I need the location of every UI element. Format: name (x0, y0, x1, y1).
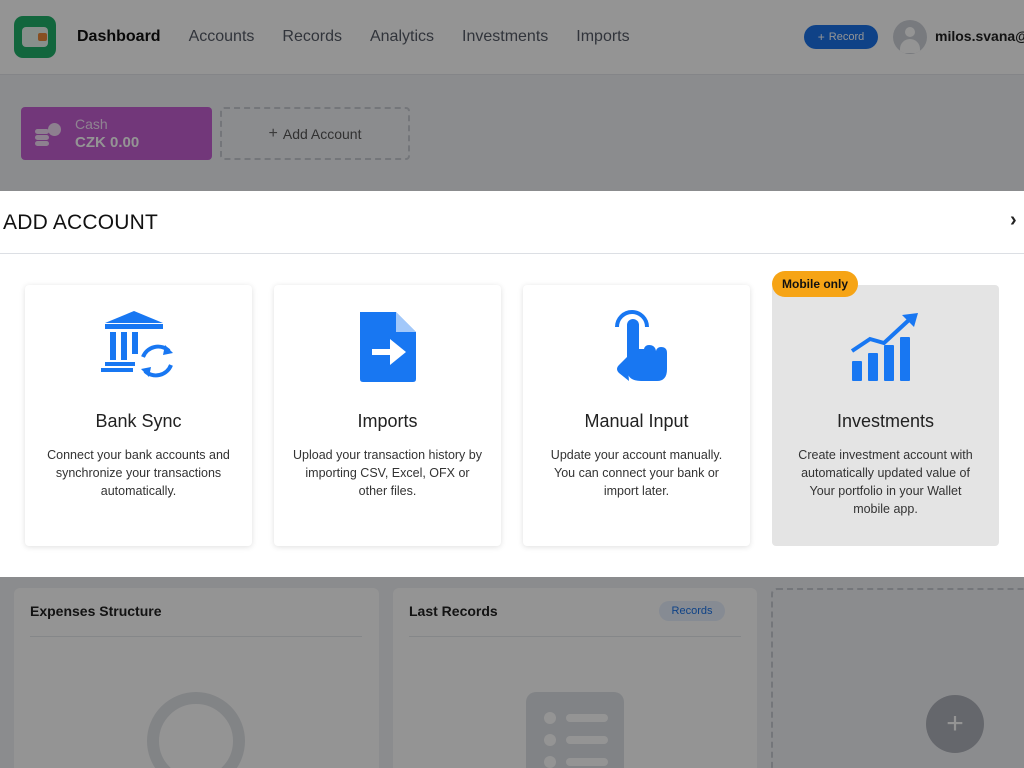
option-manual-input[interactable]: Manual Input Update your account manuall… (523, 285, 750, 546)
option-description: Connect your bank accounts and synchroni… (47, 448, 230, 498)
option-title: Imports (357, 411, 418, 431)
file-import-icon (360, 312, 416, 382)
option-imports[interactable]: Imports Upload your transaction history … (274, 285, 501, 546)
mobile-only-badge: Mobile only (772, 271, 858, 297)
option-bank-sync[interactable]: Bank Sync Connect your bank accounts and… (25, 285, 252, 546)
option-description: Upload your transaction history by impor… (293, 448, 482, 498)
option-description: Update your account manually. You can co… (550, 448, 723, 498)
investments-chart-icon (850, 313, 918, 381)
hand-pointer-icon (615, 310, 667, 381)
bank-sync-icon (101, 311, 173, 378)
option-investments: Investments Create investment account wi… (772, 285, 999, 546)
option-title: Bank Sync (95, 411, 182, 431)
add-account-modal: ADD ACCOUNT › Bank Sync Connect your ban… (0, 191, 1024, 577)
close-icon[interactable]: › (1010, 209, 1024, 233)
modal-header: ADD ACCOUNT › (0, 191, 1024, 254)
option-title: Investments (836, 411, 935, 431)
option-title: Manual Input (584, 411, 689, 431)
option-description: Create investment account with automatic… (798, 448, 973, 516)
modal-title: ADD ACCOUNT (3, 211, 159, 234)
